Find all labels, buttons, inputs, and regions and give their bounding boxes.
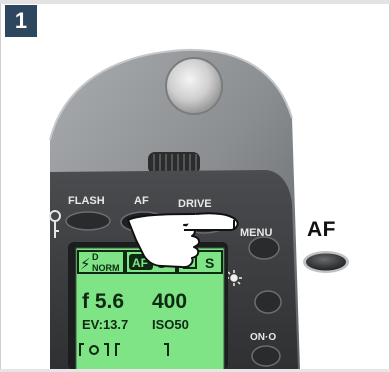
flash-button <box>65 211 111 231</box>
illumination-button <box>254 290 282 314</box>
lcd-shutter: 400 <box>152 290 187 313</box>
lcd-mode-d: D <box>92 252 99 262</box>
lcd-ev: EV:13.7 <box>82 317 128 332</box>
lcd-aperture: f 5.6 <box>82 290 124 313</box>
af-label-small: AF <box>134 195 149 207</box>
menu-button <box>248 236 280 260</box>
lcd-mode-norm: NORM <box>92 263 120 273</box>
flash-label: FLASH <box>68 195 105 207</box>
camera-photo: FLASH AF DRIVE MENU ON·O ⚡ D NORM AF S S… <box>49 48 300 370</box>
power-button <box>251 345 281 367</box>
light-receptor-dome <box>165 57 223 115</box>
af-callout-label: AF <box>307 218 336 241</box>
top-divider <box>0 0 390 4</box>
on-off-label: ON·O <box>250 332 276 343</box>
af-button-illustration <box>303 251 349 273</box>
drive-label: DRIVE <box>178 198 212 210</box>
step-number-badge: 1 <box>5 5 37 37</box>
lcd-flash-icon: ⚡ <box>80 255 91 273</box>
lcd-iso: ISO50 <box>152 317 189 332</box>
lcd-drive-mode: S <box>205 255 214 271</box>
